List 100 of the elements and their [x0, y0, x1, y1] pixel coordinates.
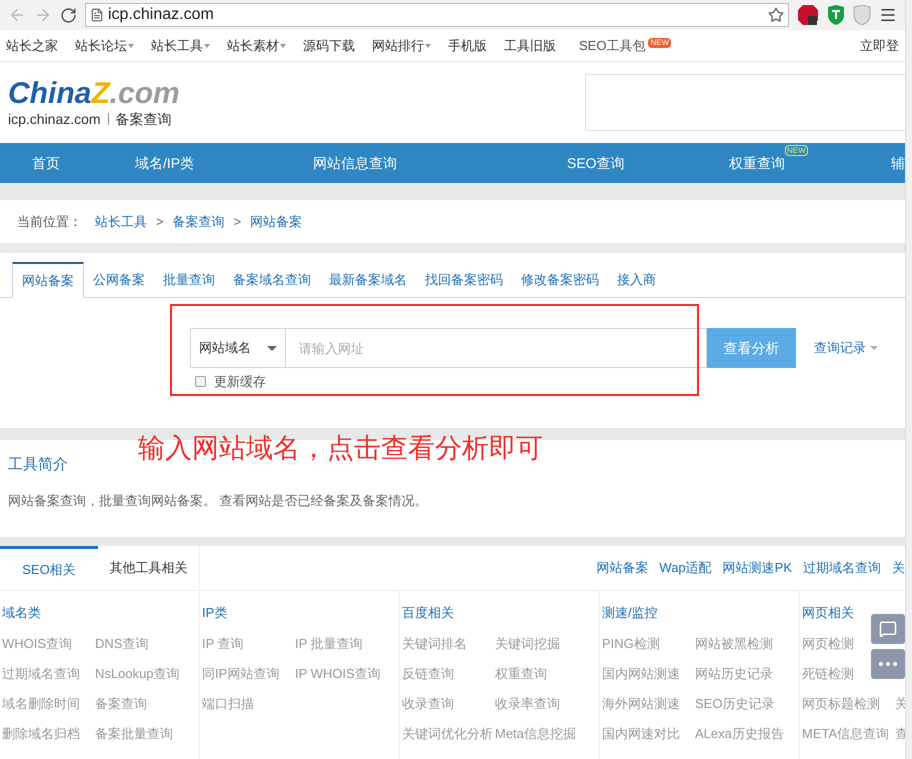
tool-link[interactable]: 反链查询 — [402, 664, 495, 683]
tool-link[interactable]: 域名删除时间 — [2, 694, 95, 713]
tool-link[interactable]: 网页检测 — [802, 634, 854, 653]
tool-link[interactable]: 过期域名查询 — [2, 664, 95, 683]
tool-link[interactable]: IP 批量查询 — [295, 634, 363, 653]
tool-link[interactable]: 网站历史记录 — [695, 664, 773, 683]
tool-link[interactable]: 关键词优化分析 — [402, 724, 495, 743]
site-link[interactable]: 站长之家 — [6, 36, 58, 56]
back-icon[interactable] — [8, 6, 26, 24]
site-link[interactable]: 手机版 — [448, 36, 487, 56]
tool-link[interactable]: ALexa历史报告 — [695, 724, 784, 743]
site-link[interactable]: 工具旧版 — [504, 36, 556, 56]
tool-link[interactable]: SEO历史记录 — [695, 694, 774, 713]
more-icon — [879, 662, 897, 666]
tool-link[interactable]: 海外网站测速 — [602, 694, 695, 713]
login-link[interactable]: 立即登 — [860, 36, 899, 56]
tool-link[interactable]: 网页标题检测 — [802, 694, 895, 713]
tab[interactable]: 最新备案域名 — [320, 262, 416, 298]
feedback-button[interactable] — [871, 614, 905, 644]
tab[interactable]: 备案域名查询 — [224, 262, 320, 298]
tool-link[interactable]: 关键词排名 — [402, 634, 495, 653]
caret-icon — [128, 44, 134, 48]
quick-link[interactable]: 关 — [892, 558, 905, 578]
tab[interactable]: SEO相关 — [0, 546, 98, 590]
quick-link[interactable]: 过期域名查询 — [803, 558, 881, 578]
tool-link[interactable]: 备案查询 — [95, 694, 147, 713]
analyze-button[interactable]: 查看分析 — [707, 328, 796, 368]
site-link[interactable]: SEO工具包 NEW — [579, 36, 672, 56]
caret-icon — [870, 346, 878, 350]
tool-link[interactable]: WHOIS查询 — [2, 634, 95, 653]
tool-link[interactable]: 备案批量查询 — [95, 724, 173, 743]
category-title: 百度相关 — [402, 604, 455, 622]
history-link[interactable]: 查询记录 — [814, 338, 878, 358]
site-link[interactable]: 网站排行 — [372, 36, 431, 56]
nav-link[interactable]: 权重查询 — [729, 152, 785, 174]
star-icon[interactable] — [768, 7, 784, 23]
breadcrumb-link[interactable]: 站长工具 — [95, 212, 147, 232]
url-input[interactable]: 请输入网址 — [286, 328, 707, 368]
logo[interactable]: ChinaZ.com — [8, 78, 180, 110]
domain-select[interactable]: 网站域名 — [190, 328, 286, 368]
tool-link[interactable]: 死链检测 — [802, 664, 854, 683]
tool-link[interactable]: 端口扫描 — [202, 694, 254, 713]
nav-link[interactable]: 网站信息查询 — [313, 152, 397, 174]
nav-link[interactable]: 域名/IP类 — [135, 152, 194, 174]
stop-sign-icon[interactable] — [797, 4, 819, 26]
site-link[interactable]: 站长论坛 — [75, 36, 134, 56]
domain-text: icp.chinaz.com — [8, 110, 101, 128]
tool-link[interactable]: 删除域名归档 — [2, 724, 95, 743]
tab[interactable]: 网站备案 — [12, 262, 84, 298]
annotation-text: 输入网站域名，点击查看分析即可 — [138, 432, 543, 465]
nav-link[interactable]: SEO查询 — [567, 152, 625, 174]
tool-link[interactable]: 权重查询 — [495, 664, 547, 683]
breadcrumb-link[interactable]: 网站备案 — [250, 212, 302, 232]
tool-link[interactable]: 国内网速对比 — [602, 724, 695, 743]
breadcrumb-link[interactable]: 备案查询 — [172, 212, 225, 232]
site-link[interactable]: 源码下载 — [303, 36, 355, 56]
url-text: icp.chinaz.com — [108, 5, 215, 25]
nav-link[interactable]: 辅 — [891, 152, 905, 174]
tool-link[interactable]: 收录查询 — [402, 694, 495, 713]
caret-icon — [204, 44, 210, 48]
tab[interactable]: 修改备案密码 — [512, 262, 608, 298]
tool-link[interactable]: 收录率查询 — [495, 694, 560, 713]
site-link[interactable]: 站长工具 — [151, 36, 210, 56]
shield-icon[interactable] — [827, 5, 845, 25]
tool-link[interactable]: 国内网站测速 — [602, 664, 695, 683]
tool-link[interactable]: 关键词挖掘 — [495, 634, 560, 653]
tab[interactable]: 批量查询 — [154, 262, 224, 298]
new-badge: NEW — [785, 144, 808, 156]
menu-icon[interactable] — [879, 6, 897, 24]
tool-link[interactable]: 网站被黑检测 — [695, 634, 773, 653]
breadcrumb-label: 当前位置： — [17, 212, 82, 231]
tool-link[interactable]: IP 查询 — [202, 634, 295, 653]
more-button[interactable] — [871, 649, 905, 679]
tool-link[interactable]: PING检测 — [602, 634, 695, 653]
tab[interactable]: 其他工具相关 — [98, 546, 200, 590]
page-icon — [90, 8, 104, 22]
category-title: 域名类 — [2, 604, 42, 622]
forward-icon[interactable] — [34, 6, 52, 24]
scrollbar[interactable] — [905, 0, 912, 759]
reload-icon[interactable] — [60, 6, 77, 24]
tool-link[interactable]: Meta信息挖掘 — [495, 724, 576, 743]
chat-icon — [879, 620, 897, 638]
checkbox[interactable] — [195, 376, 206, 388]
quick-link[interactable]: 网站备案 — [596, 558, 648, 578]
shield-icon[interactable] — [853, 5, 871, 25]
nav-link[interactable]: 首页 — [32, 152, 60, 174]
tool-link[interactable]: DNS查询 — [95, 634, 148, 653]
tool-link[interactable]: NsLookup查询 — [95, 664, 180, 683]
tab[interactable]: 找回备案密码 — [416, 262, 512, 298]
tool-link[interactable]: IP WHOIS查询 — [295, 664, 381, 683]
intro-text: 网站备案查询，批量查询网站备案。 查看网站是否已经备案及备案情况。 — [8, 492, 429, 510]
quick-link[interactable]: 网站测速PK — [722, 558, 792, 578]
site-link[interactable]: 站长素材 — [227, 36, 286, 56]
address-bar[interactable]: icp.chinaz.com — [85, 3, 789, 27]
tool-link[interactable]: 同IP网站查询 — [202, 664, 295, 683]
tab[interactable]: 接入商 — [608, 262, 665, 298]
tool-link[interactable]: META信息查询 — [802, 724, 895, 743]
breadcrumb-separator: > — [156, 212, 164, 231]
quick-link[interactable]: Wap适配 — [659, 558, 712, 578]
tab[interactable]: 公网备案 — [84, 262, 154, 298]
